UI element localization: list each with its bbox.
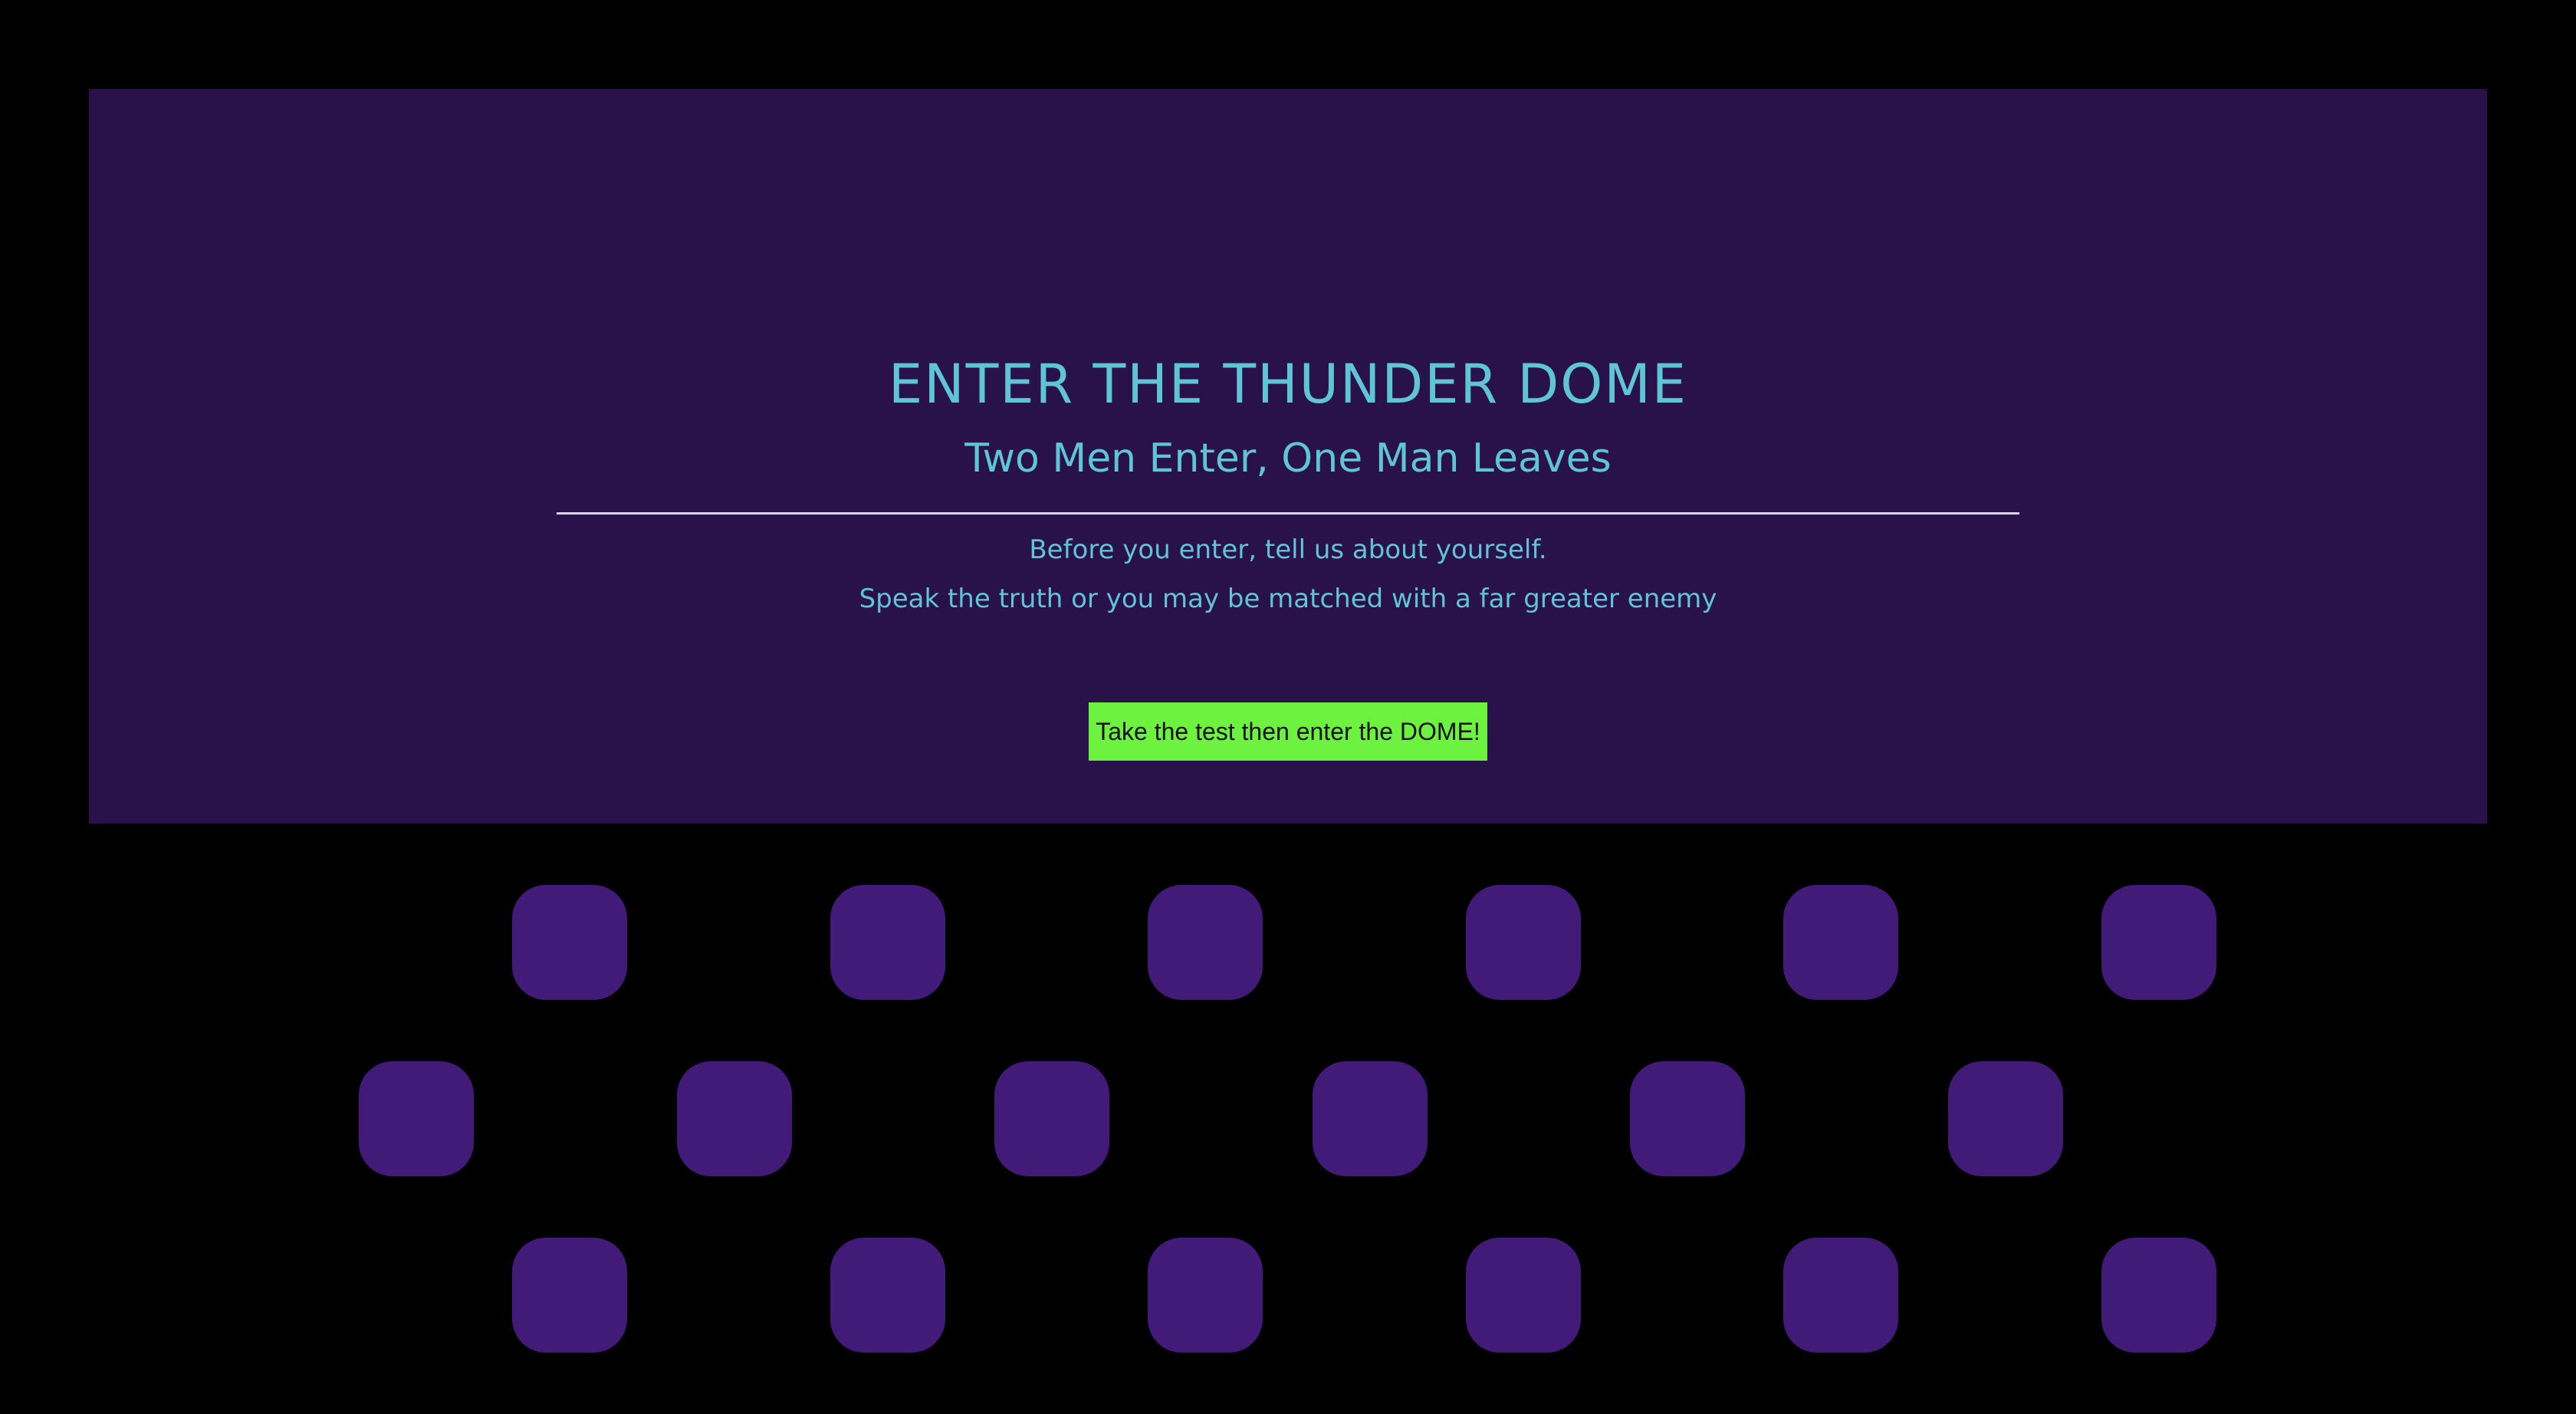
decorative-tile [2101, 1238, 2216, 1353]
decorative-tile [677, 1061, 792, 1176]
decorative-tile [1466, 885, 1581, 1000]
decorative-tile [830, 885, 945, 1000]
decorative-tile [512, 1238, 627, 1353]
hero-banner: ENTER THE THUNDER DOME Two Men Enter, On… [89, 89, 2487, 824]
decorative-tile [1148, 885, 1263, 1000]
decorative-tile [1148, 1238, 1263, 1353]
decorative-tile [1630, 1061, 1745, 1176]
intro-text: Before you enter, tell us about yourself… [1029, 534, 1547, 565]
decorative-tile [1783, 885, 1898, 1000]
decorative-tile [1783, 1238, 1898, 1353]
decorative-tile [1948, 1061, 2063, 1176]
decorative-tile [2101, 885, 2216, 1000]
warning-text: Speak the truth or you may be matched wi… [859, 584, 1717, 614]
decorative-tile [512, 885, 627, 1000]
decorative-tile [830, 1238, 945, 1353]
page-subtitle: Two Men Enter, One Man Leaves [964, 436, 1612, 482]
decorative-tile [1466, 1238, 1581, 1353]
decorative-tile [1313, 1061, 1428, 1176]
divider [557, 512, 2019, 515]
decorative-tile [359, 1061, 474, 1176]
take-test-button[interactable]: Take the test then enter the DOME! [1089, 702, 1487, 761]
page-title: ENTER THE THUNDER DOME [889, 353, 1687, 416]
decorative-tile [994, 1061, 1109, 1176]
